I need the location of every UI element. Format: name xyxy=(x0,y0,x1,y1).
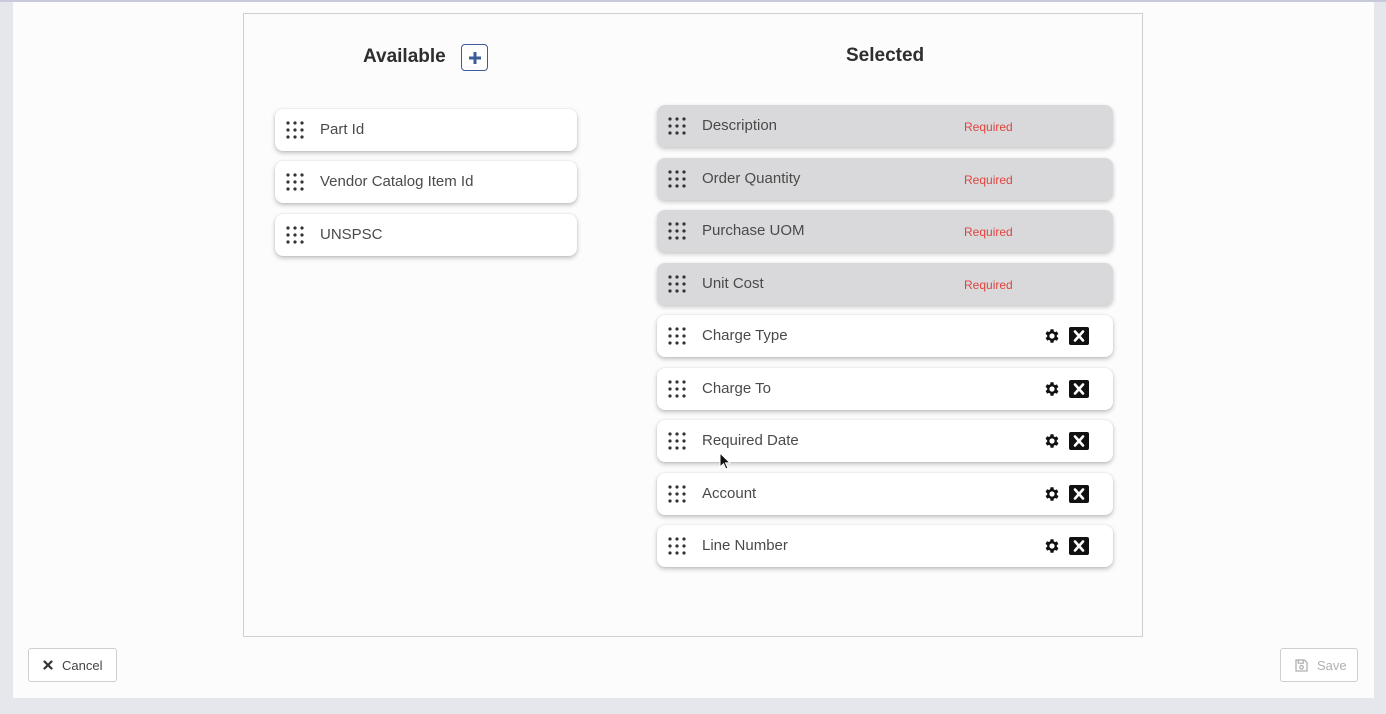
selected-item-description[interactable]: Description Required xyxy=(657,105,1113,147)
selected-title: Selected xyxy=(846,45,925,66)
selected-item-order-quantity[interactable]: Order Quantity Required xyxy=(657,158,1113,200)
item-label: Vendor Catalog Item Id xyxy=(320,173,474,190)
drag-handle-icon[interactable] xyxy=(667,274,687,294)
drag-handle-icon[interactable] xyxy=(667,169,687,189)
required-badge: Required xyxy=(964,278,1013,292)
required-badge: Required xyxy=(964,173,1013,187)
available-title: Available xyxy=(363,46,446,67)
selected-item-charge-type[interactable]: Charge Type xyxy=(657,315,1113,357)
drag-handle-icon[interactable] xyxy=(285,120,305,140)
drag-handle-icon[interactable] xyxy=(667,431,687,451)
drag-handle-icon[interactable] xyxy=(667,221,687,241)
gear-icon[interactable] xyxy=(1043,327,1061,345)
item-label: Line Number xyxy=(702,537,788,554)
mouse-pointer-icon xyxy=(719,452,731,470)
add-column-button[interactable] xyxy=(461,44,488,71)
remove-icon[interactable] xyxy=(1069,537,1089,555)
item-label: Account xyxy=(702,485,757,502)
available-item-part-id[interactable]: Part Id xyxy=(275,109,577,151)
remove-icon[interactable] xyxy=(1069,432,1089,450)
gear-icon[interactable] xyxy=(1043,380,1061,398)
item-label: Order Quantity xyxy=(702,170,801,187)
item-label: Required Date xyxy=(702,432,799,449)
drag-handle-icon[interactable] xyxy=(667,379,687,399)
gear-icon[interactable] xyxy=(1043,537,1061,555)
drag-handle-icon[interactable] xyxy=(285,172,305,192)
required-badge: Required xyxy=(964,225,1013,239)
available-item-unspsc[interactable]: UNSPSC xyxy=(275,214,577,256)
item-label: Description xyxy=(702,117,778,134)
gear-icon[interactable] xyxy=(1043,485,1061,503)
close-icon xyxy=(43,660,53,670)
required-badge: Required xyxy=(964,120,1013,134)
item-label: Purchase UOM xyxy=(702,222,805,239)
item-label: UNSPSC xyxy=(320,226,383,243)
gear-icon[interactable] xyxy=(1043,432,1061,450)
remove-icon[interactable] xyxy=(1069,327,1089,345)
drag-handle-icon[interactable] xyxy=(667,116,687,136)
drag-handle-icon[interactable] xyxy=(667,484,687,504)
available-item-vendor-catalog-item-id[interactable]: Vendor Catalog Item Id xyxy=(275,161,577,203)
drag-handle-icon[interactable] xyxy=(667,536,687,556)
remove-icon[interactable] xyxy=(1069,485,1089,503)
save-label: Save xyxy=(1317,657,1347,673)
cancel-button[interactable]: Cancel xyxy=(28,648,117,682)
selected-item-line-number[interactable]: Line Number xyxy=(657,525,1113,567)
item-label: Unit Cost xyxy=(702,275,764,292)
selected-item-charge-to[interactable]: Charge To xyxy=(657,368,1113,410)
selected-item-account[interactable]: Account xyxy=(657,473,1113,515)
cancel-label: Cancel xyxy=(62,657,103,673)
item-label: Charge Type xyxy=(702,327,788,344)
remove-icon[interactable] xyxy=(1069,380,1089,398)
selected-item-unit-cost[interactable]: Unit Cost Required xyxy=(657,263,1113,305)
column-chooser-panel: Available Selected Part Id Vendor Catalo… xyxy=(243,13,1143,637)
floppy-disk-icon xyxy=(1295,658,1308,672)
drag-handle-icon[interactable] xyxy=(285,225,305,245)
drag-handle-icon[interactable] xyxy=(667,326,687,346)
selected-item-purchase-uom[interactable]: Purchase UOM Required xyxy=(657,210,1113,252)
plus-icon xyxy=(468,51,481,64)
save-button[interactable]: Save xyxy=(1280,648,1358,682)
item-label: Charge To xyxy=(702,380,771,397)
item-label: Part Id xyxy=(320,121,365,138)
